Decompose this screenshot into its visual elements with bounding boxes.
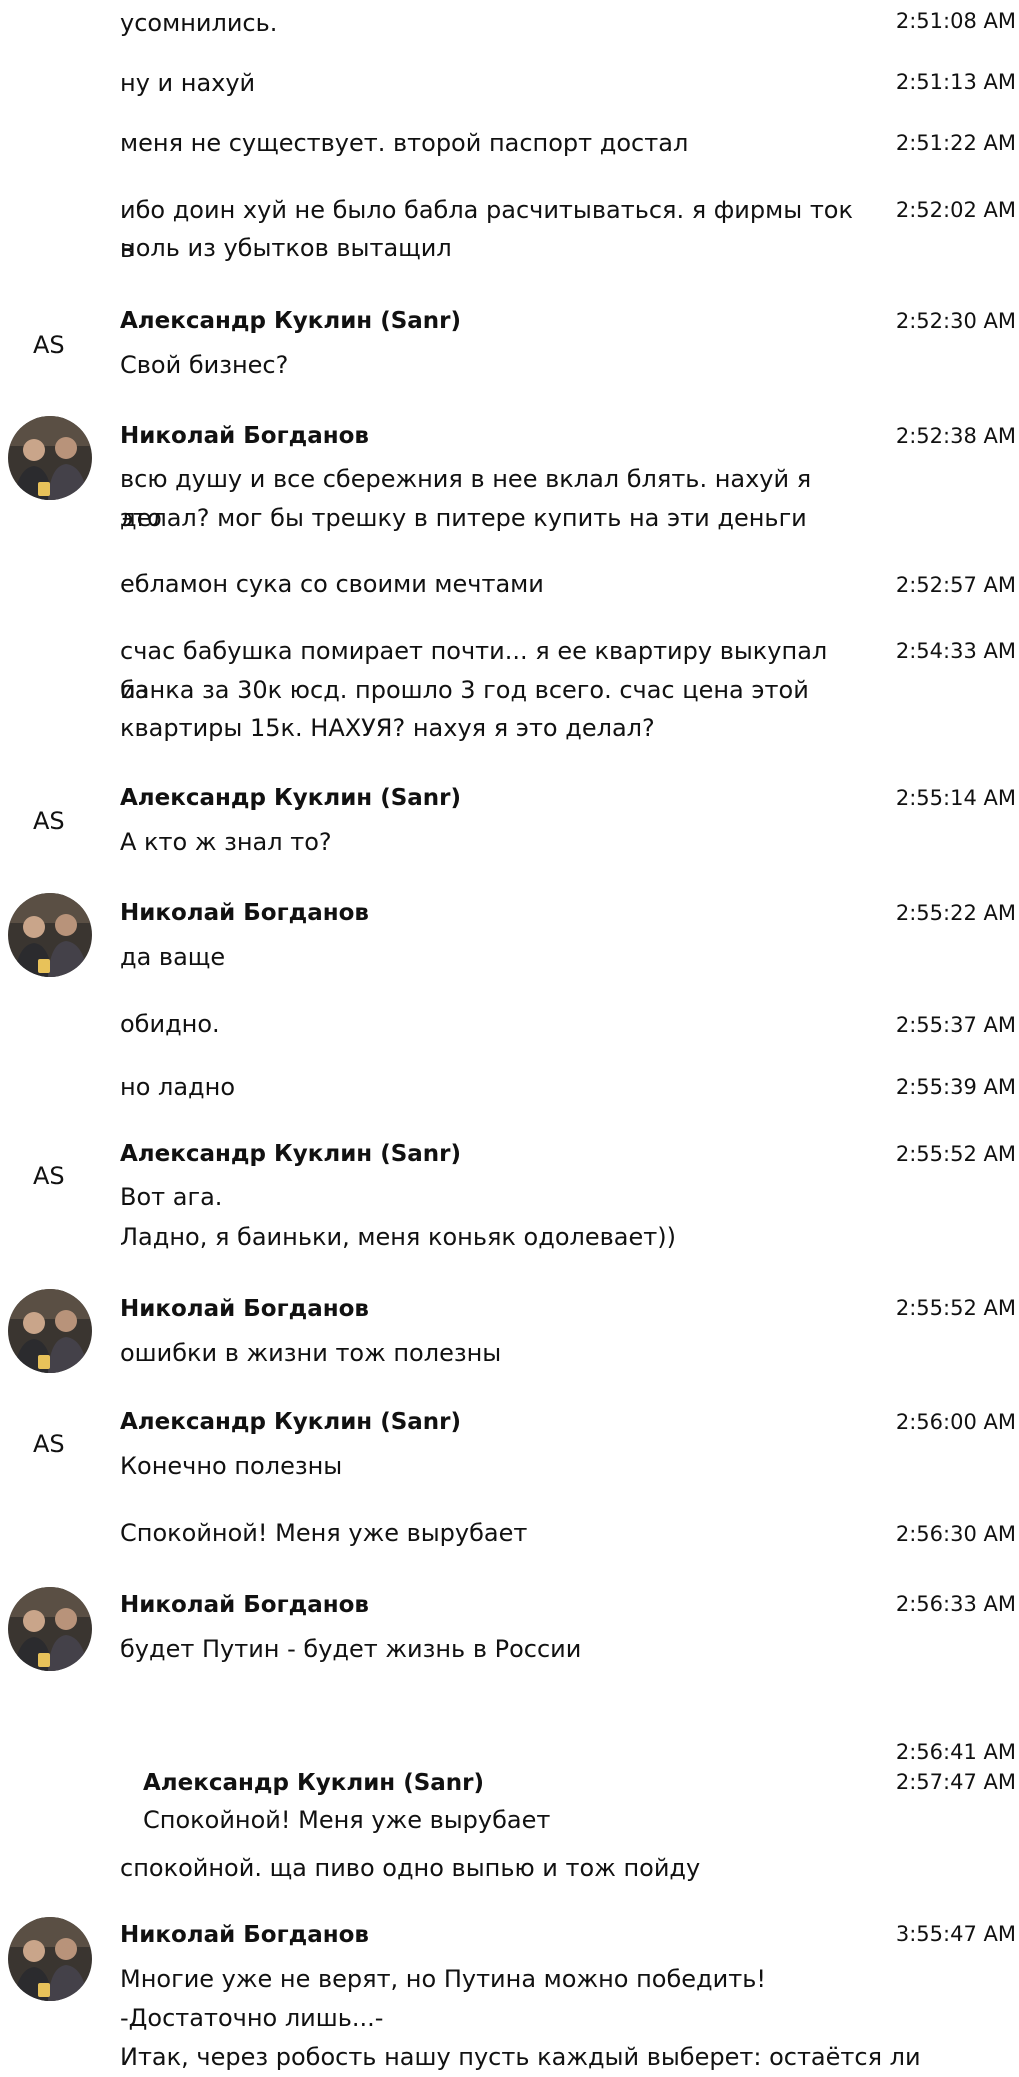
message-timestamp: 2:55:52 AM: [895, 1142, 1016, 1166]
message-timestamp: 2:52:30 AM: [895, 309, 1016, 333]
message-text-line: Итак, через робость нашу пусть каждый вы…: [120, 2043, 921, 2071]
sender-name[interactable]: Александр Куклин (Sanr): [120, 1409, 461, 1435]
message-text: но ладно: [120, 1073, 236, 1101]
message-timestamp: 2:56:00 AM: [895, 1410, 1016, 1434]
quoted-message-text: Спокойной! Меня уже вырубает: [143, 1806, 551, 1834]
message-timestamp: 2:56:33 AM: [895, 1592, 1016, 1616]
message-timestamp: 2:54:33 AM: [895, 639, 1016, 663]
message-timestamp: 2:55:39 AM: [895, 1075, 1016, 1099]
message-timestamp: 2:52:02 AM: [895, 198, 1016, 222]
message-text: Конечно полезны: [120, 1452, 343, 1480]
sender-initials-avatar[interactable]: AS: [33, 1162, 65, 1190]
user-photo-avatar[interactable]: [8, 1917, 92, 2001]
message-timestamp: 2:56:30 AM: [895, 1522, 1016, 1546]
user-photo-avatar[interactable]: [8, 416, 92, 500]
sender-initials-avatar[interactable]: AS: [33, 1430, 65, 1458]
message-text-line: ноль из убытков вытащил: [120, 234, 452, 262]
message-timestamp: 2:55:37 AM: [895, 1013, 1016, 1037]
message-text: да ваще: [120, 943, 226, 971]
message-text: ошибки в жизни тож полезны: [120, 1339, 502, 1367]
message-text: А кто ж знал то?: [120, 828, 332, 856]
quoted-sender-name: Александр Куклин (Sanr): [143, 1770, 485, 1796]
message-timestamp: 2:51:08 AM: [895, 9, 1016, 33]
message-text-line: банка за 30к юсд. прошло 3 год всего. сч…: [120, 676, 809, 704]
sender-name[interactable]: Александр Куклин (Sanr): [120, 1141, 461, 1167]
message-text: усомнились.: [120, 9, 278, 37]
user-photo-avatar[interactable]: [8, 893, 92, 977]
message-text-line: Многие уже не верят, но Путина можно поб…: [120, 1965, 766, 1993]
message-timestamp: 2:51:22 AM: [895, 131, 1016, 155]
message-timestamp: 2:55:22 AM: [895, 901, 1016, 925]
message-text: меня не существует. второй паспорт доста…: [120, 129, 689, 157]
message-text: обидно.: [120, 1010, 220, 1038]
message-text-line: -Достаточно лишь...-: [120, 2004, 384, 2032]
message-timestamp: 2:52:38 AM: [895, 424, 1016, 448]
message-text-line: делал? мог бы трешку в питере купить на …: [120, 504, 807, 532]
message-text: ебламон сука со своими мечтами: [120, 570, 544, 598]
sender-name[interactable]: Александр Куклин (Sanr): [120, 308, 461, 334]
message-text: Свой бизнес?: [120, 351, 289, 379]
sender-name[interactable]: Николай Богданов: [120, 1296, 369, 1322]
message-timestamp: 2:56:41 AM: [895, 1740, 1016, 1764]
message-timestamp: 2:57:47 AM: [895, 1770, 1016, 1794]
message-text: ну и нахуй: [120, 69, 256, 97]
user-photo-avatar[interactable]: [8, 1587, 92, 1671]
message-text: Спокойной! Меня уже вырубает: [120, 1519, 528, 1547]
message-text-line: квартиры 15к. НАХУЯ? нахуя я это делал?: [120, 714, 655, 742]
sender-initials-avatar[interactable]: AS: [33, 331, 65, 359]
user-photo-avatar[interactable]: [8, 1289, 92, 1373]
sender-name[interactable]: Николай Богданов: [120, 1592, 369, 1618]
message-timestamp: 2:55:52 AM: [895, 1296, 1016, 1320]
message-text: будет Путин - будет жизнь в России: [120, 1635, 582, 1663]
message-text-line: Вот ага.: [120, 1183, 223, 1211]
sender-initials-avatar[interactable]: AS: [33, 807, 65, 835]
message-text-line: Ладно, я баиньки, меня коньяк одолевает)…: [120, 1223, 676, 1251]
sender-name[interactable]: Николай Богданов: [120, 423, 369, 449]
message-timestamp: 2:55:14 AM: [895, 786, 1016, 810]
sender-name[interactable]: Александр Куклин (Sanr): [120, 785, 461, 811]
message-timestamp: 2:51:13 AM: [895, 70, 1016, 94]
message-timestamp: 2:52:57 AM: [895, 573, 1016, 597]
message-text: спокойной. ща пиво одно выпью и тож пойд…: [120, 1854, 701, 1882]
message-timestamp: 3:55:47 AM: [895, 1922, 1016, 1946]
sender-name[interactable]: Николай Богданов: [120, 1922, 369, 1948]
sender-name[interactable]: Николай Богданов: [120, 900, 369, 926]
